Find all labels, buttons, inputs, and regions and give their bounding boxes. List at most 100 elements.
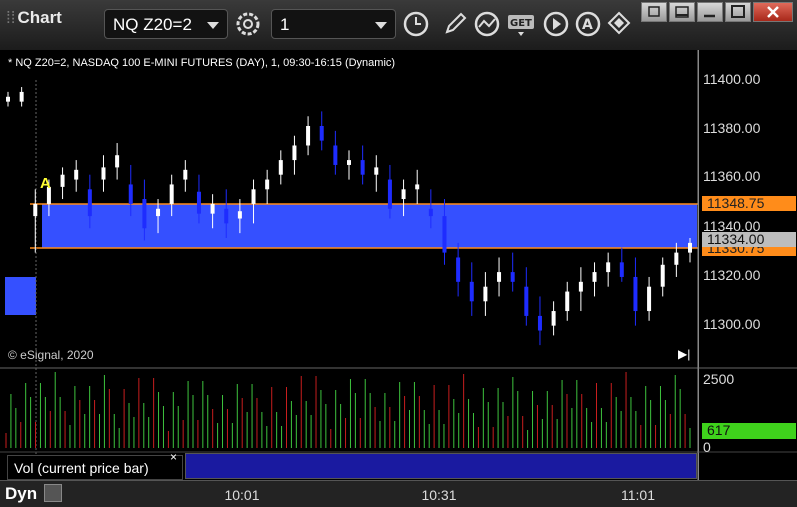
candle-body xyxy=(33,203,38,217)
candle-body xyxy=(6,96,10,102)
candle-body xyxy=(183,169,188,180)
candle-body xyxy=(292,145,297,161)
candle-body xyxy=(442,216,447,253)
candle-body xyxy=(483,286,488,302)
symbol-value: NQ Z20=2 xyxy=(113,15,192,34)
toolbar: ⁞⁞ Chart NQ Z20=2 1 GET A xyxy=(0,0,797,51)
candle-body xyxy=(319,126,324,141)
app-title: ⁞⁞ Chart xyxy=(6,8,62,28)
candle-body xyxy=(19,91,24,102)
pencil-icon[interactable] xyxy=(441,10,469,38)
gear-icon[interactable] xyxy=(234,10,262,38)
candle-body xyxy=(497,272,502,282)
candle-body xyxy=(428,208,433,217)
candle-body xyxy=(592,272,597,282)
volume-study-label[interactable]: Vol (current price bar) xyxy=(7,455,183,480)
candle-body xyxy=(142,199,147,229)
candle-body xyxy=(524,286,529,316)
minimize-button[interactable] xyxy=(669,2,695,22)
time-tick: 10:01 xyxy=(224,487,260,503)
candle-body xyxy=(374,167,379,175)
symbol-info: * NQ Z20=2, NASDAQ 100 E-MINI FUTURES (D… xyxy=(8,57,396,69)
current-volume-tag: 617 xyxy=(702,423,796,439)
study-icon[interactable] xyxy=(473,10,501,38)
highlight-band xyxy=(42,204,697,248)
candle-body xyxy=(565,291,570,312)
symbol-input[interactable]: NQ Z20=2 xyxy=(104,9,228,39)
lock-icon[interactable] xyxy=(44,484,62,502)
candle-body xyxy=(87,189,92,217)
maximize-window-button[interactable] xyxy=(725,2,751,22)
price-tick: 11360.00 xyxy=(703,168,761,184)
candle-body xyxy=(74,169,79,180)
candle-body xyxy=(647,286,652,312)
candle-body xyxy=(210,203,215,214)
candle-body xyxy=(265,179,270,190)
drag-grip-icon[interactable]: ⁞⁞ xyxy=(6,8,15,27)
candle-body xyxy=(251,189,256,204)
candle-body xyxy=(115,155,120,168)
chevron-down-icon[interactable] xyxy=(375,22,387,29)
chart-annotation[interactable]: A xyxy=(40,175,51,192)
candle-body xyxy=(510,272,515,282)
get-icon[interactable]: GET xyxy=(506,10,536,38)
volume-series xyxy=(5,372,691,448)
volume-tick-bottom: 0 xyxy=(703,439,711,455)
upper-level-tag: 11348.75 xyxy=(702,196,796,211)
candle-body xyxy=(333,145,338,165)
cursor-icon[interactable] xyxy=(605,10,633,38)
candle-body xyxy=(360,160,365,175)
candle-body xyxy=(633,276,638,312)
svg-text:GET: GET xyxy=(510,18,532,29)
time-tick: 10:31 xyxy=(421,487,457,503)
interval-value: 1 xyxy=(280,15,290,34)
volume-study-bar xyxy=(185,453,697,479)
candle-body xyxy=(415,184,420,190)
candle-body xyxy=(237,211,242,219)
close-button[interactable] xyxy=(753,2,793,22)
volume-close-icon[interactable]: × xyxy=(170,450,177,464)
status-bar: Dyn 10:01 10:31 11:01 xyxy=(0,480,797,507)
chart-canvas[interactable]: A xyxy=(0,50,797,480)
candle-body xyxy=(578,281,583,292)
chevron-down-icon[interactable] xyxy=(207,22,219,29)
candle-body xyxy=(537,315,542,331)
candle-body xyxy=(224,208,229,224)
interval-input[interactable]: 1 xyxy=(271,9,396,39)
restore-button[interactable] xyxy=(641,2,667,22)
clock-icon[interactable] xyxy=(402,10,430,38)
candle-body xyxy=(456,257,461,282)
candle-body xyxy=(101,167,106,180)
last-price-tag: 11334.00 xyxy=(702,232,796,247)
candle-body xyxy=(196,191,201,214)
maximize-button[interactable] xyxy=(697,2,723,22)
candle-body xyxy=(387,179,392,209)
price-tick: 11300.00 xyxy=(703,316,761,332)
candle-body xyxy=(347,160,351,165)
price-tick: 11380.00 xyxy=(703,120,761,136)
price-tick: 11400.00 xyxy=(703,71,761,87)
price-tick: 11320.00 xyxy=(703,267,761,283)
candle-body xyxy=(619,262,624,277)
candle-body xyxy=(278,160,283,175)
candle-body xyxy=(169,184,174,204)
candle-body xyxy=(401,189,406,200)
candle-body xyxy=(156,208,161,217)
candle-body xyxy=(469,281,474,302)
candle-body xyxy=(674,252,679,265)
copyright-label: © eSignal, 2020 xyxy=(8,348,94,362)
mode-label[interactable]: Dyn xyxy=(5,484,37,504)
band-left-block xyxy=(5,277,36,315)
candle-body xyxy=(306,126,311,146)
alert-icon[interactable]: A xyxy=(574,10,602,38)
candle-body xyxy=(606,262,611,273)
svg-text:A: A xyxy=(582,17,593,33)
candle-body xyxy=(128,184,133,204)
candle-body xyxy=(551,311,556,326)
candle-body xyxy=(60,174,65,187)
play-icon[interactable] xyxy=(542,10,570,38)
app-title-text: Chart xyxy=(17,8,62,27)
candle-body xyxy=(688,242,692,253)
scroll-to-end-icon[interactable]: ▶| xyxy=(678,347,690,361)
candle-body xyxy=(660,264,665,287)
